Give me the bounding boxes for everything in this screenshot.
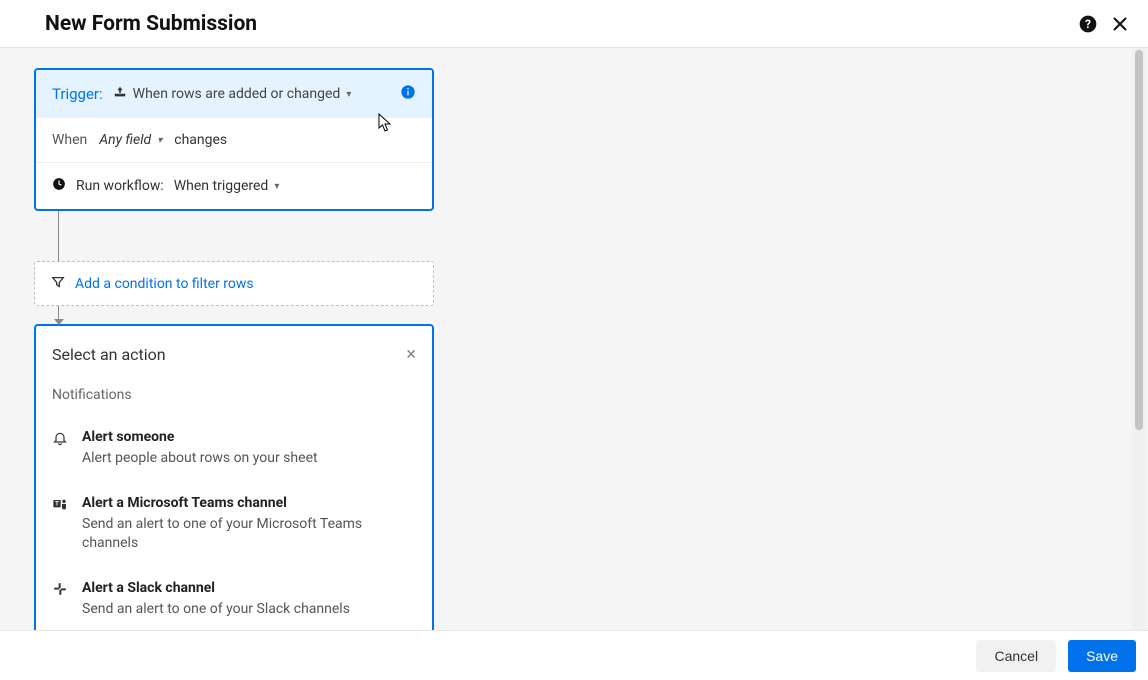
- chevron-down-icon: ▾: [346, 89, 351, 100]
- trigger-type-select[interactable]: When rows are added or changed ▾: [113, 85, 352, 103]
- trigger-card[interactable]: Trigger: When rows are added or changed …: [34, 68, 434, 211]
- close-icon[interactable]: [1112, 16, 1128, 32]
- action-card: Select an action × Notifications Alert s…: [34, 324, 434, 630]
- scrollbar-track[interactable]: [1132, 48, 1146, 630]
- notifications-section-label: Notifications: [52, 387, 416, 403]
- action-alert-someone[interactable]: Alert someone Alert people about rows on…: [52, 421, 416, 487]
- action-alert-slack[interactable]: Alert a Slack channel Send an alert to o…: [52, 572, 416, 630]
- teams-icon: T: [52, 495, 70, 554]
- action-header: Select an action ×: [52, 344, 416, 365]
- action-close-icon[interactable]: ×: [406, 344, 416, 365]
- dialog-footer: Cancel Save: [0, 630, 1148, 680]
- run-schedule-text: When triggered: [174, 178, 269, 194]
- scrollbar-thumb[interactable]: [1135, 50, 1143, 430]
- cancel-button[interactable]: Cancel: [976, 640, 1056, 672]
- connector-line: [58, 211, 59, 261]
- trigger-header: Trigger: When rows are added or changed …: [36, 70, 432, 118]
- action-item-desc: Send an alert to one of your Microsoft T…: [82, 515, 416, 554]
- clock-icon: [52, 177, 66, 195]
- bell-icon: [52, 429, 70, 469]
- header-actions: ?: [1078, 14, 1128, 34]
- action-item-desc: Alert people about rows on your sheet: [82, 449, 416, 469]
- add-condition-link: Add a condition to filter rows: [75, 276, 254, 292]
- info-icon[interactable]: [400, 84, 416, 104]
- workflow-canvas: Trigger: When rows are added or changed …: [0, 48, 1148, 630]
- run-workflow-label: Run workflow:: [76, 178, 164, 194]
- when-label: When: [52, 132, 87, 148]
- svg-text:?: ?: [1085, 17, 1091, 31]
- trigger-label: Trigger:: [52, 85, 103, 103]
- action-alert-teams[interactable]: T Alert a Microsoft Teams channel Send a…: [52, 487, 416, 572]
- action-item-title: Alert a Slack channel: [82, 580, 416, 596]
- action-item-title: Alert someone: [82, 429, 416, 445]
- dialog-title: New Form Submission: [45, 12, 257, 36]
- svg-text:T: T: [55, 500, 59, 507]
- trigger-type-text: When rows are added or changed: [133, 86, 341, 102]
- dialog-header: New Form Submission ?: [0, 0, 1148, 48]
- action-title: Select an action: [52, 345, 166, 364]
- filter-icon: [51, 274, 65, 293]
- action-item-desc: Send an alert to one of your Slack chann…: [82, 600, 416, 620]
- slack-icon: [52, 580, 70, 620]
- add-condition-card[interactable]: Add a condition to filter rows: [34, 261, 434, 306]
- action-item-title: Alert a Microsoft Teams channel: [82, 495, 416, 511]
- chevron-down-icon: ▾: [157, 135, 162, 146]
- chevron-down-icon: ▾: [274, 181, 279, 192]
- rows-changed-icon: [113, 85, 127, 103]
- save-button[interactable]: Save: [1068, 640, 1136, 672]
- run-schedule-select[interactable]: When triggered ▾: [174, 178, 280, 194]
- field-select-text: Any field: [99, 132, 151, 148]
- trigger-run-row: Run workflow: When triggered ▾: [36, 163, 432, 209]
- help-icon[interactable]: ?: [1078, 14, 1098, 34]
- trigger-when-row: When Any field ▾ changes: [36, 118, 432, 163]
- connector-arrow: [58, 306, 59, 324]
- changes-label: changes: [174, 132, 227, 148]
- field-select[interactable]: Any field ▾: [99, 132, 162, 148]
